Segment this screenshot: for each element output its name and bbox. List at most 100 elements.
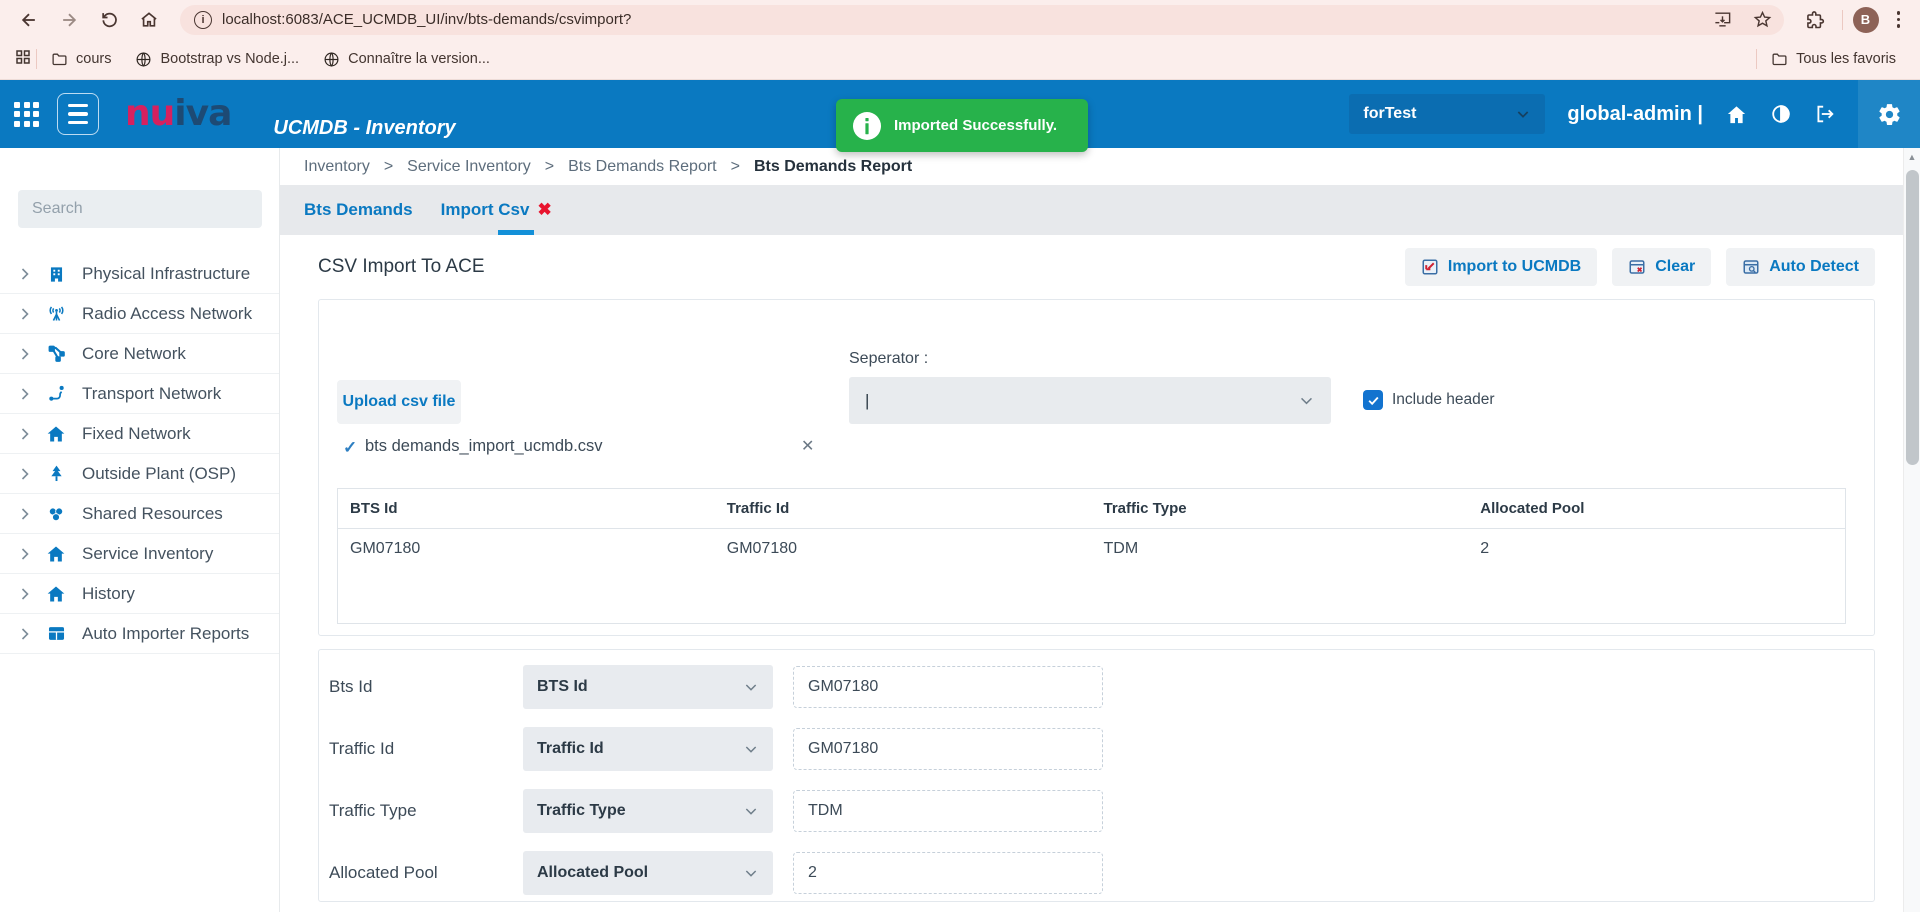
- address-bar[interactable]: i localhost:6083/ACE_UCMDB_UI/inv/bts-de…: [180, 5, 1784, 35]
- sidebar-item-label: Radio Access Network: [82, 304, 252, 324]
- scrollbar-up-arrow[interactable]: ▲: [1904, 148, 1920, 165]
- reload-icon[interactable]: [92, 5, 126, 35]
- chevron-down-icon: [1515, 106, 1531, 122]
- environment-select-value: forTest: [1363, 105, 1416, 123]
- building-icon: [44, 265, 68, 284]
- sidebar-item-outside-plant[interactable]: Outside Plant (OSP): [0, 454, 279, 494]
- search-input[interactable]: [18, 190, 262, 228]
- url-text[interactable]: localhost:6083/ACE_UCMDB_UI/inv/bts-dema…: [222, 11, 1698, 28]
- apps-grid-icon[interactable]: [14, 48, 32, 70]
- import-to-ucmdb-button[interactable]: Import to UCMDB: [1405, 248, 1597, 286]
- chevron-down-icon: [743, 803, 759, 819]
- app-logo: nuiva: [125, 96, 231, 132]
- auto-detect-icon: [1742, 258, 1760, 276]
- mapping-select-bts-id[interactable]: BTS Id: [523, 665, 773, 709]
- import-icon: [1421, 258, 1439, 276]
- mapping-value-input[interactable]: [793, 852, 1103, 894]
- chevron-right-icon: [20, 308, 30, 320]
- browser-menu-icon[interactable]: [1889, 11, 1909, 28]
- sidebar-item-auto-importer-reports[interactable]: Auto Importer Reports: [0, 614, 279, 654]
- sidebar-item-radio-access-network[interactable]: Radio Access Network: [0, 294, 279, 334]
- sidebar-item-physical-infrastructure[interactable]: Physical Infrastructure: [0, 254, 279, 294]
- tab-close-icon[interactable]: ✖: [537, 200, 551, 220]
- mapping-select-traffic-type[interactable]: Traffic Type: [523, 789, 773, 833]
- forward-icon[interactable]: [52, 5, 86, 35]
- scrollbar-thumb[interactable]: [1906, 170, 1919, 465]
- button-label: Clear: [1655, 258, 1695, 276]
- remove-file-icon[interactable]: ✕: [797, 432, 818, 460]
- back-icon[interactable]: [12, 5, 46, 35]
- column-header: Traffic Type: [1092, 500, 1469, 517]
- tab-import-csv[interactable]: Import Csv ✖: [441, 185, 552, 235]
- breadcrumb-item[interactable]: Service Inventory: [407, 158, 531, 176]
- profile-avatar[interactable]: B: [1853, 7, 1879, 33]
- header-right: forTest global-admin |: [1349, 80, 1920, 148]
- bookmark-star-icon[interactable]: [1748, 6, 1778, 34]
- bookmarks-divider: [1756, 49, 1757, 69]
- mapping-value-input[interactable]: [793, 666, 1103, 708]
- sidebar-item-label: Transport Network: [82, 384, 221, 404]
- mapping-label: Traffic Id: [329, 739, 523, 759]
- sidebar-item-transport-network[interactable]: Transport Network: [0, 374, 279, 414]
- mapping-value-input[interactable]: [793, 790, 1103, 832]
- info-icon: [852, 111, 882, 141]
- mapping-select-value: Traffic Id: [537, 740, 604, 758]
- include-header-option: Include header: [1363, 390, 1495, 410]
- bookmark-connaitre[interactable]: Connaître la version...: [313, 47, 500, 72]
- report-table-icon: [44, 624, 68, 643]
- bookmark-label: Tous les favoris: [1796, 51, 1896, 67]
- auto-detect-button[interactable]: Auto Detect: [1726, 248, 1875, 286]
- chevron-right-icon: [20, 428, 30, 440]
- chevron-down-icon: [743, 741, 759, 757]
- browser-window: i localhost:6083/ACE_UCMDB_UI/inv/bts-de…: [0, 0, 1920, 912]
- extensions-icon[interactable]: [1798, 5, 1832, 35]
- clear-button[interactable]: Clear: [1612, 248, 1711, 286]
- mapping-select-traffic-id[interactable]: Traffic Id: [523, 727, 773, 771]
- breadcrumb-item[interactable]: Bts Demands Report: [568, 158, 717, 176]
- chevron-right-icon: [20, 508, 30, 520]
- bookmark-label: Bootstrap vs Node.j...: [160, 51, 299, 67]
- page-scrollbar[interactable]: ▲: [1903, 148, 1920, 912]
- sidebar-toggle-button[interactable]: [57, 93, 99, 135]
- sidebar-item-service-inventory[interactable]: Service Inventory: [0, 534, 279, 574]
- app-home-icon[interactable]: [1725, 103, 1748, 126]
- site-info-icon[interactable]: i: [194, 11, 212, 29]
- tab-strip: Bts Demands Import Csv ✖: [280, 185, 1920, 235]
- page-heading-row: CSV Import To ACE Import to UCMDB Clear …: [280, 235, 1920, 299]
- mapping-select-value: BTS Id: [537, 678, 588, 696]
- bookmark-bootstrap[interactable]: Bootstrap vs Node.j...: [125, 47, 309, 72]
- home-icon[interactable]: [132, 5, 166, 35]
- mapping-value-input[interactable]: [793, 728, 1103, 770]
- bookmark-cours[interactable]: cours: [41, 47, 121, 72]
- separator-label: Seperator :: [849, 350, 928, 368]
- settings-gear-button[interactable]: [1858, 80, 1920, 148]
- house-icon: [44, 424, 68, 444]
- all-bookmarks[interactable]: Tous les favoris: [1761, 47, 1906, 72]
- sidebar-item-fixed-network[interactable]: Fixed Network: [0, 414, 279, 454]
- upload-csv-button[interactable]: Upload csv file: [337, 380, 461, 424]
- app-waffle-icon[interactable]: [14, 102, 39, 127]
- sidebar: Physical Infrastructure Radio Access Net…: [0, 148, 280, 912]
- theme-contrast-icon[interactable]: [1770, 103, 1792, 125]
- house-icon: [44, 544, 68, 564]
- tab-label: Import Csv: [441, 200, 530, 220]
- table-cell: GM07180: [338, 540, 715, 558]
- button-label: Auto Detect: [1769, 258, 1859, 276]
- mapping-select-allocated-pool[interactable]: Allocated Pool: [523, 851, 773, 895]
- separator-select[interactable]: |: [849, 377, 1331, 424]
- bookmark-label: cours: [76, 51, 111, 67]
- file-check-icon: ✓: [343, 438, 357, 458]
- user-menu[interactable]: global-admin |: [1567, 103, 1703, 126]
- chevron-down-icon: [1298, 392, 1315, 409]
- breadcrumb-separator: >: [545, 158, 554, 176]
- logout-icon[interactable]: [1814, 103, 1836, 125]
- sidebar-item-history[interactable]: History: [0, 574, 279, 614]
- breadcrumb-item[interactable]: Inventory: [304, 158, 370, 176]
- sidebar-item-core-network[interactable]: Core Network: [0, 334, 279, 374]
- breadcrumb-current: Bts Demands Report: [754, 158, 912, 176]
- environment-select[interactable]: forTest: [1349, 94, 1545, 134]
- install-app-icon[interactable]: [1708, 6, 1738, 34]
- tab-bts-demands[interactable]: Bts Demands: [304, 185, 413, 235]
- sidebar-item-shared-resources[interactable]: Shared Resources: [0, 494, 279, 534]
- include-header-checkbox[interactable]: [1363, 390, 1383, 410]
